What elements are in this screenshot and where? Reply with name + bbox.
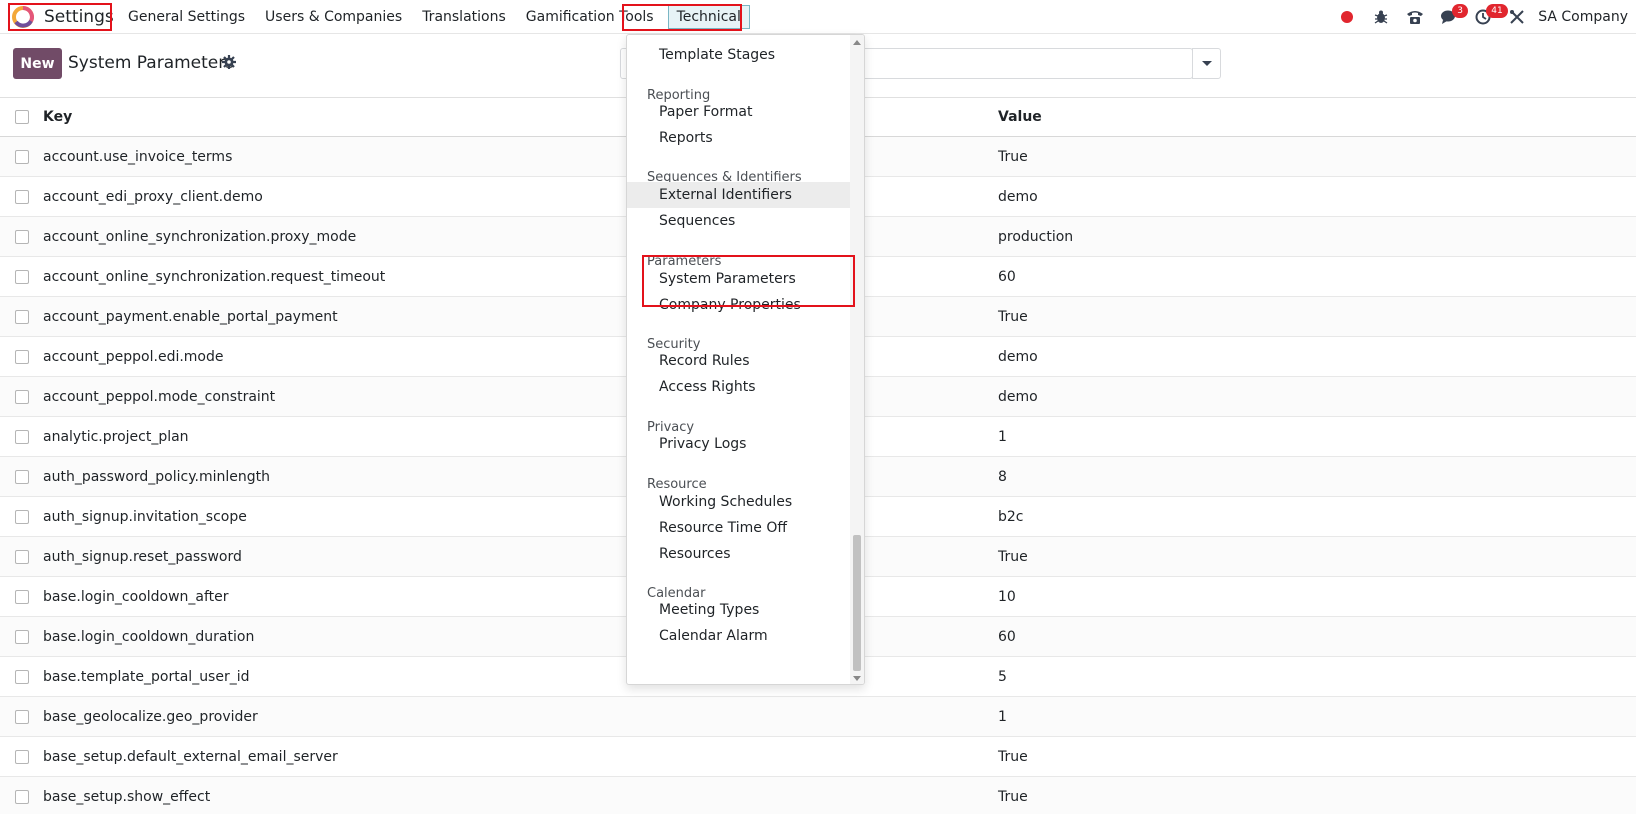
row-checkbox[interactable] [14,629,29,644]
menu-item-template-stages[interactable]: Template Stages [627,42,851,68]
row-checkbox[interactable] [14,589,29,604]
row-value: demo [998,188,1038,205]
row-checkbox[interactable] [14,349,29,364]
messages-icon[interactable]: 3 [1432,0,1468,34]
menu-item-access-rights[interactable]: Access Rights [627,374,851,400]
row-checkbox[interactable] [14,509,29,524]
menu-item-privacy-logs[interactable]: Privacy Logs [627,431,851,457]
menu-item-working-schedules[interactable]: Working Schedules [627,489,851,515]
tools-icon[interactable] [1500,0,1534,34]
row-value: True [998,308,1028,325]
scrollbar-thumb[interactable] [853,535,861,671]
row-checkbox[interactable] [14,389,29,404]
company-switcher[interactable]: SA Company [1534,9,1636,25]
app-brand[interactable]: Settings [8,3,118,31]
row-checkbox[interactable] [14,549,29,564]
row-value: 1 [998,708,1007,725]
row-value: True [998,548,1028,565]
row-key: base_setup.show_effect [43,788,211,805]
top-navbar: Settings General Settings Users & Compan… [0,0,1636,34]
row-value: 60 [998,268,1016,285]
row-checkbox[interactable] [14,189,29,204]
select-all-checkbox[interactable] [14,110,29,124]
recording-indicator[interactable] [1330,0,1364,34]
main-menu: General Settings Users & Companies Trans… [118,0,750,34]
table-row[interactable]: base_setup.show_effect True [0,777,1636,814]
menu-item-external-identifiers[interactable]: External Identifiers [627,182,851,208]
row-checkbox[interactable] [14,229,29,244]
row-value: True [998,788,1028,805]
menu-item-calendar-alarm[interactable]: Calendar Alarm [627,623,851,649]
debug-icon[interactable] [1364,0,1398,34]
row-value: True [998,748,1028,765]
row-value: 1 [998,428,1007,445]
menu-gamification-tools[interactable]: Gamification Tools [516,0,664,34]
activities-icon[interactable]: 41 [1466,0,1508,34]
menu-item-resource-time-off[interactable]: Resource Time Off [627,515,851,541]
menu-users-companies[interactable]: Users & Companies [255,0,412,34]
row-value: demo [998,348,1038,365]
menu-item-company-properties[interactable]: Company Properties [627,292,851,318]
row-value: True [998,148,1028,165]
row-value: production [998,228,1074,245]
row-checkbox[interactable] [14,149,29,164]
row-checkbox[interactable] [14,789,29,804]
page-title: System Parameters [68,53,235,73]
menu-item-system-parameters[interactable]: System Parameters [627,266,851,292]
dropdown-scrollbar[interactable] [850,35,864,684]
phone-icon[interactable] [1398,0,1432,34]
menu-item-paper-format[interactable]: Paper Format [627,99,851,125]
menu-general-settings[interactable]: General Settings [118,0,255,34]
menu-item-record-rules[interactable]: Record Rules [627,348,851,374]
row-key: base_geolocalize.geo_provider [43,708,258,725]
settings-app-icon [12,6,34,28]
app-title: Settings [44,7,114,27]
row-checkbox[interactable] [14,269,29,284]
menu-item-meeting-types[interactable]: Meeting Types [627,597,851,623]
row-value: 5 [998,668,1007,685]
row-checkbox[interactable] [14,709,29,724]
row-checkbox[interactable] [14,749,29,764]
row-value: b2c [998,508,1024,525]
search-options-toggle[interactable] [1192,48,1221,79]
row-value: 60 [998,628,1016,645]
technical-dropdown-menu: Template Stages Reporting Paper Format Repo… [626,34,865,685]
menu-technical[interactable]: Technical [667,5,750,29]
menu-item-reports[interactable]: Reports [627,125,851,151]
caret-down-icon [1201,61,1212,66]
menu-item-resources[interactable]: Resources [627,541,851,567]
gear-icon[interactable] [222,55,236,73]
menu-item-sequences[interactable]: Sequences [627,208,851,234]
row-checkbox[interactable] [14,429,29,444]
table-row[interactable]: base_geolocalize.geo_provider 1 [0,697,1636,737]
row-value: demo [998,388,1038,405]
row-key: base_setup.default_external_email_server [43,748,338,765]
row-checkbox[interactable] [14,469,29,484]
table-row[interactable]: base_setup.default_external_email_server… [0,737,1636,777]
systray: 3 41 SA Company [1330,0,1636,34]
menu-translations[interactable]: Translations [412,0,516,34]
row-value: 10 [998,588,1016,605]
scroll-down-arrow-icon[interactable] [853,676,861,681]
column-header-value[interactable]: Value [998,109,1636,125]
new-button[interactable]: New [13,48,62,79]
record-dot-icon [1341,11,1354,23]
scroll-up-arrow-icon[interactable] [853,40,861,45]
row-value: 8 [998,468,1007,485]
row-checkbox[interactable] [14,669,29,684]
row-checkbox[interactable] [14,309,29,324]
